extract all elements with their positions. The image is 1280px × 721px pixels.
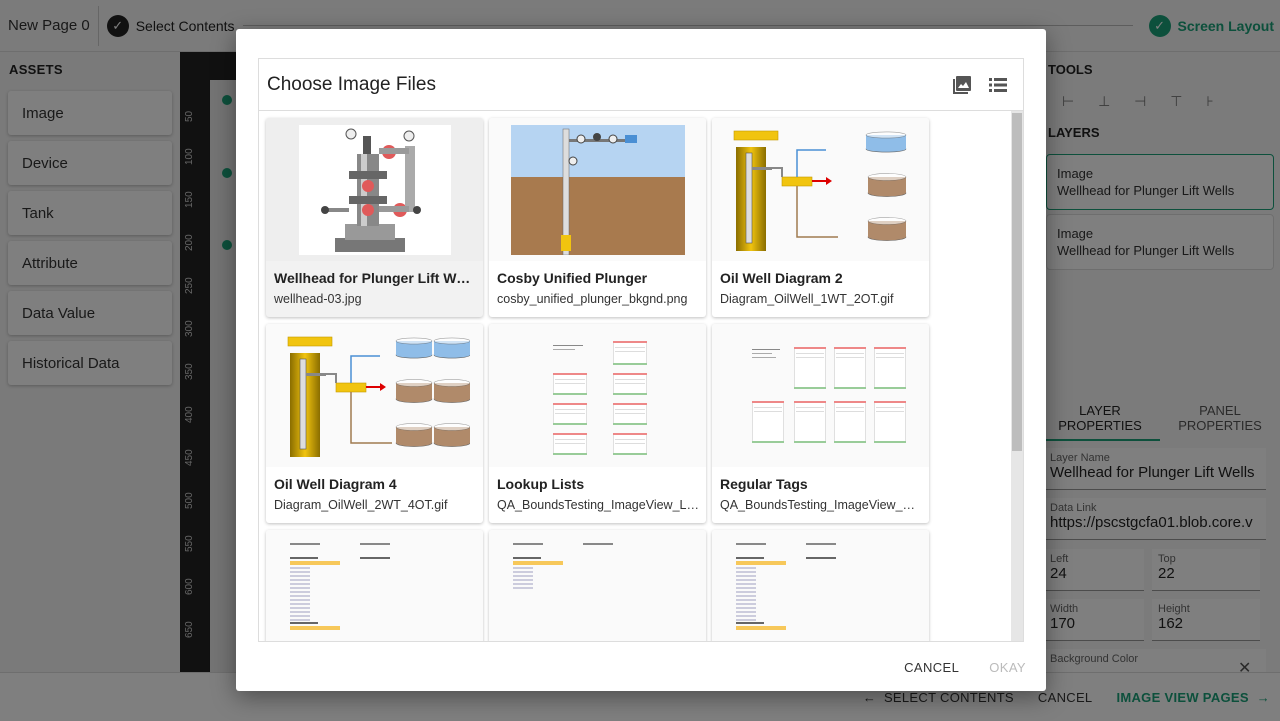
image-filename: QA_BoundsTesting_ImageView_Regular — [720, 498, 923, 512]
image-tile[interactable]: Oil Well Diagram 2 Diagram_OilWell_1WT_2… — [712, 118, 929, 317]
image-name: Oil Well Diagram 2 — [720, 270, 843, 286]
image-thumbnail — [489, 530, 706, 641]
choose-image-files-dialog: Choose Image Files Wellhead for Plunger … — [236, 29, 1046, 691]
image-tile[interactable]: Wellhead for Plunger Lift Wells wellhead… — [266, 118, 483, 317]
grid-view-icon[interactable] — [951, 74, 973, 96]
image-thumbnail — [712, 530, 929, 641]
list-view-icon[interactable] — [987, 74, 1009, 96]
image-thumbnail — [712, 118, 929, 261]
image-name: Oil Well Diagram 4 — [274, 476, 397, 492]
image-filename: Diagram_OilWell_2WT_4OT.gif — [274, 498, 448, 512]
image-grid[interactable]: Wellhead for Plunger Lift Wells wellhead… — [258, 110, 1024, 642]
image-name: Lookup Lists — [497, 476, 585, 492]
image-thumbnail — [712, 324, 929, 467]
scrollbar[interactable] — [1011, 111, 1023, 641]
dialog-title: Choose Image Files — [267, 73, 436, 95]
image-filename: QA_BoundsTesting_ImageView_Lookup — [497, 498, 700, 512]
image-tile[interactable] — [266, 530, 483, 641]
image-thumbnail — [266, 530, 483, 641]
dialog-header: Choose Image Files — [258, 58, 1024, 110]
image-thumbnail — [489, 324, 706, 467]
image-tile[interactable]: Cosby Unified Plunger cosby_unified_plun… — [489, 118, 706, 317]
image-name: Regular Tags — [720, 476, 808, 492]
image-filename: wellhead-03.jpg — [274, 292, 362, 306]
image-filename: cosby_unified_plunger_bkgnd.png — [497, 292, 688, 306]
image-thumbnail — [489, 118, 706, 261]
image-tile[interactable] — [712, 530, 929, 641]
image-tile[interactable]: Oil Well Diagram 4 Diagram_OilWell_2WT_4… — [266, 324, 483, 523]
image-thumbnail — [266, 324, 483, 467]
image-thumbnail — [266, 118, 483, 261]
dialog-actions: CANCEL OKAY — [874, 660, 1026, 675]
image-tile[interactable]: Lookup Lists QA_BoundsTesting_ImageView_… — [489, 324, 706, 523]
image-name: Wellhead for Plunger Lift Wells — [274, 270, 477, 286]
dialog-cancel-button[interactable]: CANCEL — [904, 660, 959, 675]
image-tile[interactable] — [489, 530, 706, 641]
image-name: Cosby Unified Plunger — [497, 270, 648, 286]
image-filename: Diagram_OilWell_1WT_2OT.gif — [720, 292, 894, 306]
dialog-okay-button[interactable]: OKAY — [989, 660, 1026, 675]
scrollbar-thumb[interactable] — [1012, 113, 1022, 451]
image-tile[interactable]: Regular Tags QA_BoundsTesting_ImageView_… — [712, 324, 929, 523]
